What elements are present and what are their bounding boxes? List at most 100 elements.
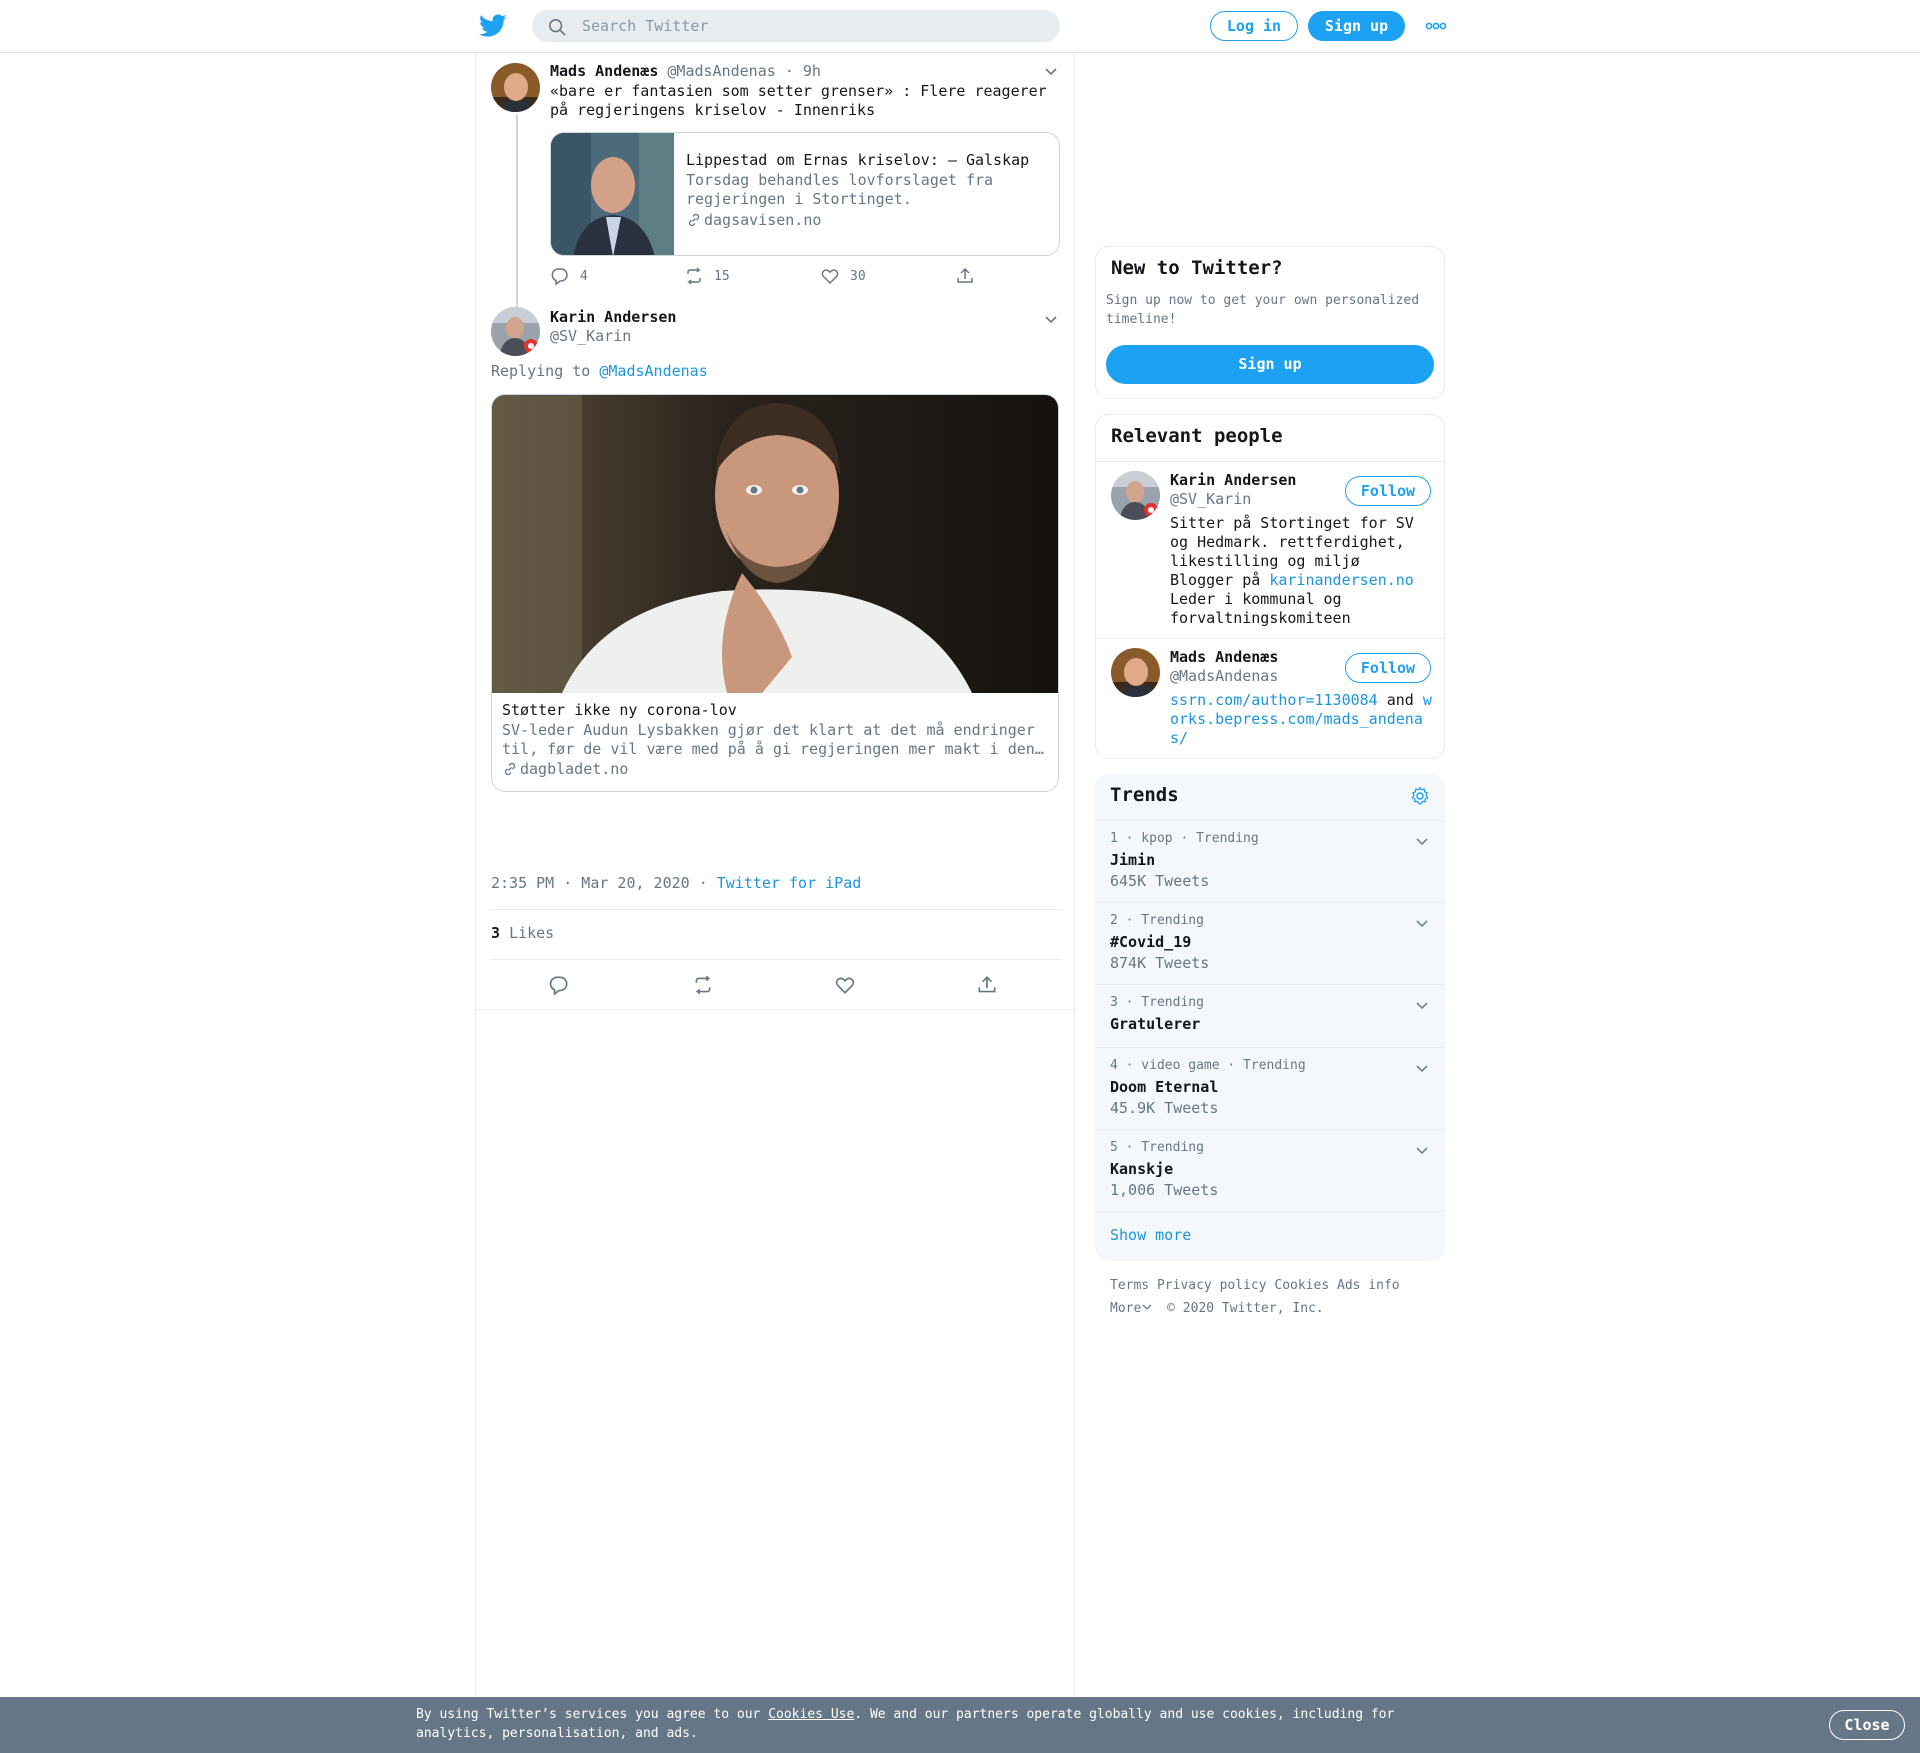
chevron-down-icon[interactable] bbox=[1414, 997, 1430, 1013]
person-name[interactable]: Mads Andenæs bbox=[1170, 648, 1278, 666]
retweet-action[interactable]: 15 bbox=[684, 266, 730, 286]
show-more-link[interactable]: Show more bbox=[1110, 1226, 1191, 1244]
card-domain: dagsavisen.no bbox=[704, 211, 822, 229]
footer-row-2: More © 2020 Twitter, Inc. bbox=[1110, 1301, 1324, 1316]
like-action[interactable]: 30 bbox=[820, 266, 866, 286]
avatar[interactable] bbox=[1111, 648, 1160, 697]
footer-cookies[interactable]: Cookies bbox=[1274, 1278, 1329, 1293]
panel-title: New to Twitter? bbox=[1111, 257, 1283, 279]
chevron-down-icon[interactable] bbox=[1414, 1060, 1430, 1076]
settings-gear-icon[interactable] bbox=[1410, 786, 1430, 806]
chevron-down-icon[interactable] bbox=[1414, 1142, 1430, 1158]
trend-meta: 4 · video game · Trending bbox=[1110, 1058, 1306, 1073]
trend-name: Kanskje bbox=[1110, 1160, 1174, 1178]
trend-count: 45.9K Tweets bbox=[1110, 1099, 1219, 1117]
chevron-down-icon[interactable] bbox=[1041, 61, 1061, 81]
search-icon bbox=[548, 18, 566, 36]
signup-button[interactable]: Sign up bbox=[1308, 11, 1405, 41]
footer-ads[interactable]: Ads info bbox=[1337, 1278, 1400, 1293]
author-handle[interactable]: @SV_Karin bbox=[550, 327, 676, 345]
person-item[interactable]: Mads Andenæs @MadsAndenas Follow ssrn.co… bbox=[1096, 639, 1444, 758]
card-title: Støtter ikke ny corona-lov bbox=[502, 701, 737, 719]
author-block[interactable]: Karin Andersen @SV_Karin bbox=[550, 308, 676, 345]
person-name[interactable]: Karin Andersen bbox=[1170, 471, 1296, 489]
person-handle[interactable]: @SV_Karin bbox=[1170, 490, 1251, 508]
avatar[interactable] bbox=[491, 307, 540, 356]
follow-button[interactable]: Follow bbox=[1345, 653, 1431, 683]
main-column: Mads Andenæs @MadsAndenas · 9h «bare er … bbox=[475, 53, 1076, 1699]
trend-item[interactable]: 5 · Trending Kanskje 1,006 Tweets bbox=[1095, 1129, 1445, 1211]
divider bbox=[491, 959, 1061, 960]
close-button[interactable]: Close bbox=[1829, 1710, 1905, 1740]
timestamp-separator: · bbox=[698, 874, 708, 892]
bio-link[interactable]: karinandersen.no bbox=[1269, 571, 1414, 589]
reply-count: 4 bbox=[580, 268, 588, 284]
reply-action[interactable]: 4 bbox=[550, 266, 588, 286]
trend-item[interactable]: 3 · Trending Gratulerer bbox=[1095, 984, 1445, 1047]
twitter-bird-icon[interactable] bbox=[479, 14, 507, 38]
share-icon bbox=[957, 267, 973, 283]
author-name[interactable]: Karin Andersen bbox=[550, 308, 676, 326]
trend-item[interactable]: 1 · kpop · Trending Jimin 645K Tweets bbox=[1095, 820, 1445, 902]
cookie-banner: By using Twitter’s services you agree to… bbox=[0, 1697, 1920, 1753]
search-box[interactable] bbox=[532, 10, 1060, 42]
avatar[interactable] bbox=[1111, 471, 1160, 520]
bio-line: Blogger på karinandersen.no bbox=[1170, 571, 1430, 590]
footer-privacy[interactable]: Privacy policy bbox=[1157, 1278, 1267, 1293]
person-item[interactable]: Karin Andersen @SV_Karin Follow Sitter p… bbox=[1096, 462, 1444, 638]
tweet-source[interactable]: Twitter for iPad bbox=[717, 874, 862, 892]
trend-meta: 3 · Trending bbox=[1110, 995, 1204, 1010]
follow-button[interactable]: Follow bbox=[1345, 476, 1431, 506]
link-card[interactable]: Lippestad om Ernas kriselov: – Galskap T… bbox=[550, 132, 1060, 256]
trend-count: 874K Tweets bbox=[1110, 954, 1210, 972]
new-to-twitter-panel: New to Twitter? Sign up now to get your … bbox=[1095, 246, 1445, 399]
like-icon bbox=[821, 269, 839, 285]
footer-terms[interactable]: Terms bbox=[1110, 1278, 1149, 1293]
replying-label: Replying to bbox=[491, 362, 591, 380]
trend-meta: 2 · Trending bbox=[1110, 913, 1204, 928]
tweet-timestamp-row: 2:35 PM · Mar 20, 2020 · Twitter for iPa… bbox=[491, 874, 861, 892]
link-icon bbox=[504, 762, 516, 776]
card-image bbox=[551, 133, 674, 255]
search-input[interactable] bbox=[582, 10, 1042, 42]
chevron-down-icon[interactable] bbox=[1414, 833, 1430, 849]
bio-link[interactable]: ssrn.com/author=1130084 bbox=[1170, 691, 1378, 709]
signup-button[interactable]: Sign up bbox=[1106, 345, 1434, 384]
card-domain: dagbladet.no bbox=[520, 760, 629, 778]
tweet-time[interactable]: · 9h bbox=[785, 62, 821, 80]
likes-stat[interactable]: 3 Likes bbox=[491, 924, 554, 942]
trend-item[interactable]: 4 · video game · Trending Doom Eternal 4… bbox=[1095, 1047, 1445, 1129]
card-body: Støtter ikke ny corona-lov SV-leder Audu… bbox=[502, 701, 1052, 778]
more-dots-icon[interactable] bbox=[1424, 16, 1448, 36]
trend-count: 645K Tweets bbox=[1110, 872, 1210, 890]
replying-to-link[interactable]: @MadsAndenas bbox=[599, 362, 707, 380]
likes-count: 3 bbox=[491, 924, 501, 942]
tweet-header: Mads Andenæs @MadsAndenas · 9h bbox=[550, 62, 821, 80]
trend-name: Doom Eternal bbox=[1110, 1078, 1219, 1096]
person-handle[interactable]: @MadsAndenas bbox=[1170, 667, 1278, 685]
parent-tweet[interactable]: Mads Andenæs @MadsAndenas · 9h «bare er … bbox=[476, 53, 1076, 349]
author-handle[interactable]: @MadsAndenas bbox=[667, 62, 775, 80]
card-domain-row: dagbladet.no bbox=[502, 760, 1052, 778]
author-name[interactable]: Mads Andenæs bbox=[550, 62, 658, 80]
retweet-icon[interactable] bbox=[692, 974, 714, 996]
tweet-timestamp[interactable]: 2:35 PM · Mar 20, 2020 bbox=[491, 874, 690, 892]
reply-icon[interactable] bbox=[548, 974, 570, 996]
cookie-text: By using Twitter’s services you agree to… bbox=[416, 1705, 1416, 1743]
bio-prefix: Blogger på bbox=[1170, 571, 1270, 589]
chevron-down-icon[interactable] bbox=[1041, 309, 1061, 329]
like-icon[interactable] bbox=[834, 974, 856, 996]
avatar[interactable] bbox=[491, 63, 540, 112]
trend-item[interactable]: 2 · Trending #Covid_19 874K Tweets bbox=[1095, 902, 1445, 984]
card-title: Lippestad om Ernas kriselov: – Galskap bbox=[686, 151, 1030, 169]
share-icon[interactable] bbox=[976, 974, 998, 996]
login-button[interactable]: Log in bbox=[1210, 11, 1298, 41]
cookie-policy-link[interactable]: Cookies Use bbox=[768, 1707, 854, 1722]
share-action[interactable] bbox=[955, 266, 975, 286]
link-card[interactable]: Støtter ikke ny corona-lov SV-leder Audu… bbox=[491, 394, 1059, 792]
chevron-down-icon[interactable] bbox=[1414, 915, 1430, 931]
bio-line: Sitter på Stortinget for SV og Hedmark. … bbox=[1170, 514, 1414, 570]
trend-name: Gratulerer bbox=[1110, 1015, 1201, 1033]
trend-meta: 1 · kpop · Trending bbox=[1110, 831, 1259, 846]
footer-more[interactable]: More bbox=[1110, 1301, 1153, 1316]
